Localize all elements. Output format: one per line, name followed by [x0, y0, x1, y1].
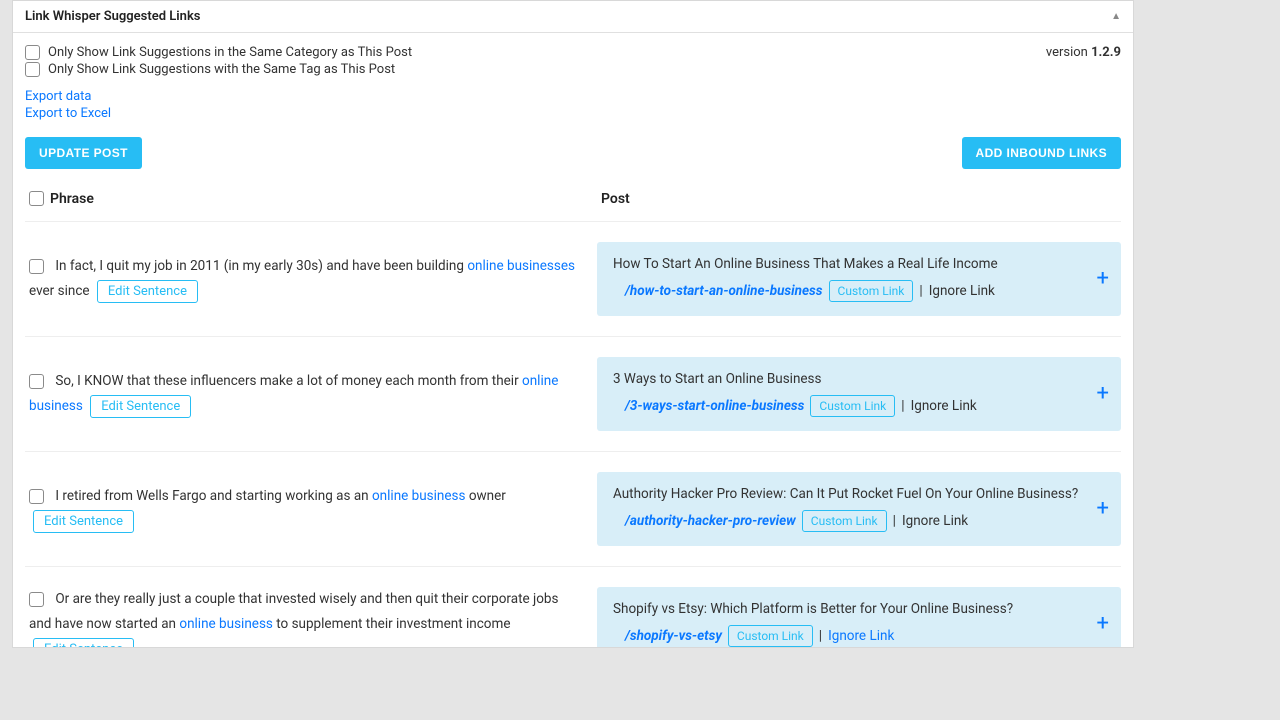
- pipe-separator: |: [919, 283, 922, 299]
- edit-sentence-button[interactable]: Edit Sentence: [33, 510, 134, 533]
- phrase-cell: So, I KNOW that these influencers make a…: [25, 369, 597, 419]
- ignore-link[interactable]: Ignore Link: [902, 513, 968, 529]
- select-all-checkbox[interactable]: [29, 191, 44, 206]
- add-inbound-links-button[interactable]: ADD INBOUND LINKS: [962, 137, 1121, 169]
- ignore-link[interactable]: Ignore Link: [911, 398, 977, 414]
- expand-plus-icon[interactable]: +: [1097, 383, 1109, 405]
- table-header: Phrase Post: [25, 191, 1121, 222]
- phrase-highlight: online business: [372, 488, 466, 504]
- phrase-text-pre: So, I KNOW that these influencers make a…: [55, 373, 522, 389]
- post-slug[interactable]: /how-to-start-an-online-business: [625, 283, 823, 299]
- slug-row: /how-to-start-an-online-business Custom L…: [613, 280, 1105, 302]
- expand-plus-icon[interactable]: +: [1097, 268, 1109, 290]
- post-title: How To Start An Online Business That Mak…: [613, 256, 1105, 272]
- pipe-separator: |: [893, 513, 896, 529]
- export-links: Export data Export to Excel: [25, 89, 1121, 123]
- phrase-highlight: online business: [179, 616, 273, 632]
- filter-same-category-label: Only Show Link Suggestions in the Same C…: [48, 45, 412, 60]
- slug-row: /shopify-vs-etsy Custom Link | Ignore Link: [613, 625, 1105, 647]
- version-label: version 1.2.9: [1046, 45, 1121, 60]
- table-row: In fact, I quit my job in 2011 (in my ea…: [25, 222, 1121, 337]
- link-whisper-panel: Link Whisper Suggested Links ▲ Only Show…: [12, 0, 1134, 648]
- filter-same-tag[interactable]: Only Show Link Suggestions with the Same…: [25, 62, 412, 77]
- custom-link-button[interactable]: Custom Link: [728, 625, 813, 647]
- col-phrase-label: Phrase: [50, 191, 94, 207]
- post-title: 3 Ways to Start an Online Business: [613, 371, 1105, 387]
- row-checkbox[interactable]: [29, 374, 44, 389]
- table-body: In fact, I quit my job in 2011 (in my ea…: [25, 222, 1121, 648]
- slug-row: /3-ways-start-online-business Custom Link…: [613, 395, 1105, 417]
- table-row: So, I KNOW that these influencers make a…: [25, 337, 1121, 452]
- edit-sentence-button[interactable]: Edit Sentence: [33, 638, 134, 648]
- row-checkbox[interactable]: [29, 489, 44, 504]
- suggestions-table: Phrase Post In fact, I quit my job in 20…: [25, 191, 1121, 648]
- ignore-link[interactable]: Ignore Link: [828, 628, 894, 644]
- table-row: I retired from Wells Fargo and starting …: [25, 452, 1121, 567]
- post-title: Shopify vs Etsy: Which Platform is Bette…: [613, 601, 1105, 617]
- post-slug[interactable]: /shopify-vs-etsy: [625, 628, 722, 644]
- panel-body: Only Show Link Suggestions in the Same C…: [13, 33, 1133, 648]
- col-phrase-header: Phrase: [29, 191, 601, 207]
- edit-sentence-button[interactable]: Edit Sentence: [97, 280, 198, 303]
- phrase-cell: Or are they really just a couple that in…: [25, 587, 597, 648]
- post-cell: +How To Start An Online Business That Ma…: [597, 242, 1121, 316]
- ignore-link[interactable]: Ignore Link: [929, 283, 995, 299]
- filter-same-tag-label: Only Show Link Suggestions with the Same…: [48, 62, 395, 77]
- expand-plus-icon[interactable]: +: [1097, 498, 1109, 520]
- post-title: Authority Hacker Pro Review: Can It Put …: [613, 486, 1105, 502]
- post-cell: +Authority Hacker Pro Review: Can It Put…: [597, 472, 1121, 546]
- table-row: Or are they really just a couple that in…: [25, 567, 1121, 648]
- phrase-text-post: to supplement their investment income: [273, 616, 511, 632]
- post-cell: +Shopify vs Etsy: Which Platform is Bett…: [597, 587, 1121, 648]
- phrase-text-pre: In fact, I quit my job in 2011 (in my ea…: [55, 258, 467, 274]
- phrase-text-post: owner: [465, 488, 505, 504]
- post-slug[interactable]: /authority-hacker-pro-review: [625, 513, 796, 529]
- phrase-cell: In fact, I quit my job in 2011 (in my ea…: [25, 254, 597, 304]
- col-post-header: Post: [601, 191, 1121, 207]
- panel-title: Link Whisper Suggested Links: [25, 9, 201, 24]
- row-checkbox[interactable]: [29, 259, 44, 274]
- pipe-separator: |: [901, 398, 904, 414]
- phrase-text-post: ever since: [29, 283, 90, 299]
- pipe-separator: |: [819, 628, 822, 644]
- custom-link-button[interactable]: Custom Link: [802, 510, 887, 532]
- panel-header: Link Whisper Suggested Links ▲: [13, 1, 1133, 33]
- row-checkbox[interactable]: [29, 592, 44, 607]
- slug-row: /authority-hacker-pro-review Custom Link |…: [613, 510, 1105, 532]
- phrase-highlight: online businesses: [467, 258, 575, 274]
- checkbox-icon[interactable]: [25, 62, 40, 77]
- post-slug[interactable]: /3-ways-start-online-business: [625, 398, 804, 414]
- update-post-button[interactable]: UPDATE POST: [25, 137, 142, 169]
- export-data-link[interactable]: Export data: [25, 89, 1121, 106]
- checkbox-icon[interactable]: [25, 45, 40, 60]
- post-cell: +3 Ways to Start an Online Business/3-wa…: [597, 357, 1121, 431]
- options-row: Only Show Link Suggestions in the Same C…: [25, 45, 1121, 79]
- phrase-text-pre: I retired from Wells Fargo and starting …: [55, 488, 372, 504]
- collapse-icon[interactable]: ▲: [1111, 11, 1121, 22]
- filter-same-category[interactable]: Only Show Link Suggestions in the Same C…: [25, 45, 412, 60]
- export-excel-link[interactable]: Export to Excel: [25, 106, 1121, 123]
- filters: Only Show Link Suggestions in the Same C…: [25, 45, 412, 79]
- expand-plus-icon[interactable]: +: [1097, 613, 1109, 635]
- edit-sentence-button[interactable]: Edit Sentence: [90, 395, 191, 418]
- button-row: UPDATE POST ADD INBOUND LINKS: [25, 137, 1121, 169]
- custom-link-button[interactable]: Custom Link: [810, 395, 895, 417]
- phrase-cell: I retired from Wells Fargo and starting …: [25, 484, 597, 534]
- custom-link-button[interactable]: Custom Link: [829, 280, 914, 302]
